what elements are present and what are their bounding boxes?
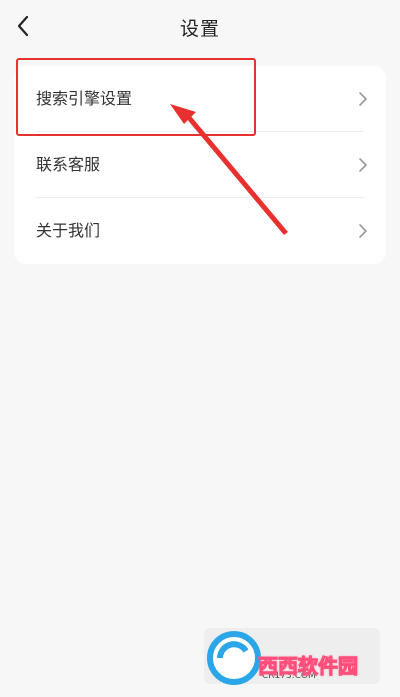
settings-item-customer-service[interactable]: 联系客服	[14, 132, 386, 198]
page-title: 设置	[179, 18, 220, 40]
top-bar: 设置	[0, 0, 400, 52]
chevron-right-icon	[359, 92, 367, 106]
settings-item-about-us[interactable]: 关于我们	[14, 198, 386, 264]
chevron-right-icon	[359, 158, 367, 172]
watermark-text: 西西软件园	[258, 654, 359, 679]
settings-item-label: 联系客服	[36, 155, 101, 174]
chevron-right-icon	[359, 224, 367, 238]
highlight-box	[16, 58, 256, 136]
settings-item-label: 关于我们	[36, 221, 101, 240]
